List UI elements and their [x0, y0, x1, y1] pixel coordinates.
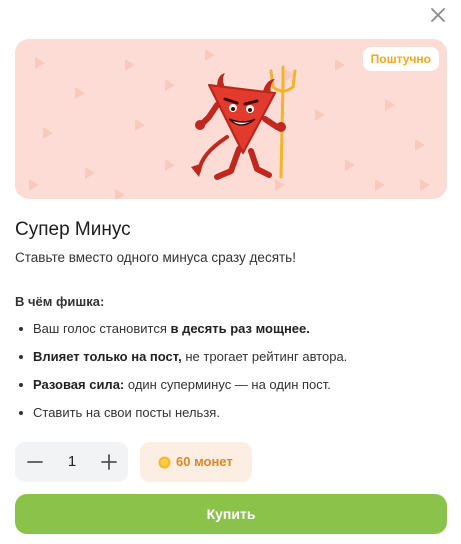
- buy-button[interactable]: Купить: [15, 494, 447, 534]
- features-title: В чём фишка:: [15, 294, 105, 309]
- feature-text: один суперминус — на один пост.: [124, 377, 331, 392]
- feature-item: Ставить на свои посты нельзя.: [15, 405, 347, 433]
- feature-item: Влияет только на пост, не трогает рейтин…: [15, 349, 347, 377]
- feature-item: Ваш голос становится в десять раз мощнее…: [15, 321, 347, 349]
- minus-icon[interactable]: [25, 452, 45, 472]
- feature-text: Ваш голос становится: [33, 321, 171, 336]
- plus-icon[interactable]: [99, 452, 119, 472]
- price-label: 60 монет: [176, 454, 233, 469]
- feature-text: не трогает рейтинг автора.: [181, 349, 348, 364]
- features-list: Ваш голос становится в десять раз мощнее…: [15, 321, 347, 433]
- product-subtitle: Ставьте вместо одного минуса сразу десят…: [15, 250, 296, 265]
- feature-text: Ставить на свои посты нельзя.: [33, 405, 220, 420]
- feature-emphasis: в десять раз мощнее.: [170, 321, 310, 336]
- coin-icon: [158, 456, 171, 469]
- sale-type-badge: Поштучно: [362, 47, 439, 71]
- feature-emphasis: Влияет только на пост,: [33, 349, 182, 364]
- close-icon[interactable]: [427, 4, 449, 26]
- feature-emphasis: Разовая сила:: [33, 377, 125, 392]
- devil-minus-mascot: [191, 65, 297, 180]
- feature-item: Разовая сила: один суперминус — на один …: [15, 377, 347, 405]
- quantity-value[interactable]: 1: [59, 442, 85, 482]
- product-banner: Поштучно: [15, 39, 447, 199]
- quantity-stepper: 1: [15, 442, 128, 482]
- price-tag: 60 монет: [140, 442, 252, 482]
- product-title: Супер Минус: [15, 219, 131, 240]
